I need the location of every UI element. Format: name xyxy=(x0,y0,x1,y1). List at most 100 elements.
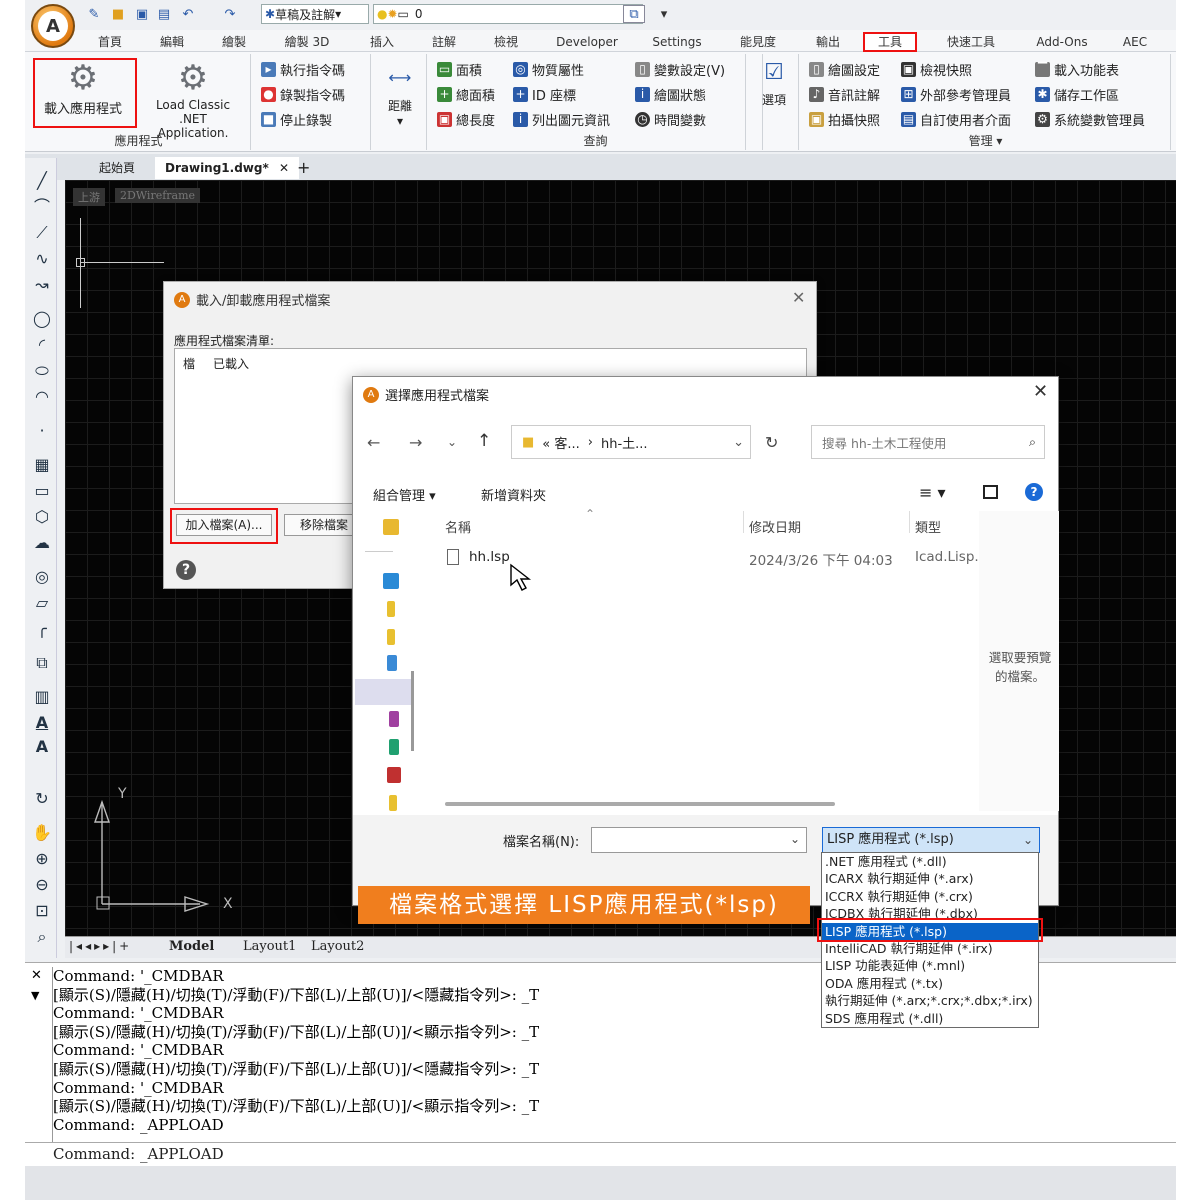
fillet-icon[interactable]: ╭ xyxy=(31,618,53,640)
tab-insert[interactable]: 插入 xyxy=(359,32,405,52)
filetype-option[interactable]: IntelliCAD 執行期延伸 (*.irx) xyxy=(822,940,1038,957)
filetype-option[interactable]: 執行期延伸 (*.arx;*.crx;*.dbx;*.irx) xyxy=(822,992,1038,1009)
filetype-select[interactable]: LISP 應用程式 (*.lsp) ⌄ xyxy=(822,827,1040,853)
tab-drawing1[interactable]: Drawing1.dwg* ✕ xyxy=(155,157,300,179)
region-icon[interactable]: ▱ xyxy=(31,592,53,614)
column-type[interactable]: 類型 xyxy=(915,517,941,536)
tab-layout2[interactable]: Layout2 xyxy=(311,939,364,954)
tab-view[interactable]: 檢視 xyxy=(483,32,529,52)
stop-record-button[interactable]: ■ 停止錄製 xyxy=(261,110,332,129)
folder-icon[interactable] xyxy=(387,601,395,617)
organize-button[interactable]: 組合管理 ▾ xyxy=(373,485,436,504)
new-folder-button[interactable]: 新增資料夾 xyxy=(481,485,546,504)
close-icon[interactable]: ✕ xyxy=(1033,381,1048,402)
up-icon[interactable]: ↑ xyxy=(477,431,491,451)
ellipse-arc-icon[interactable]: ◠ xyxy=(31,386,53,408)
tab-add-ons[interactable]: Add-Ons xyxy=(1029,32,1095,52)
tab-model[interactable]: Model xyxy=(169,939,214,954)
save-icon[interactable]: ▣ xyxy=(133,5,151,23)
drawing-settings-button[interactable]: ▯ 繪圖設定 xyxy=(809,60,880,79)
polygon-icon[interactable]: ⬡ xyxy=(31,506,53,528)
app-logo[interactable]: A xyxy=(31,4,75,48)
distance-button[interactable]: ⟷ 距離 ▾ xyxy=(377,68,423,128)
filetype-option[interactable]: ICARX 執行期延伸 (*.arx) xyxy=(822,870,1038,887)
filename-input[interactable]: ⌄ xyxy=(591,827,807,853)
customize-ui-button[interactable]: ▤ 自訂使用者介面 xyxy=(901,110,1011,129)
tab-edit[interactable]: 編輯 xyxy=(149,32,195,52)
sysvar-manager-button[interactable]: ⚙ 系統變數管理員 xyxy=(1035,110,1145,129)
filetype-option[interactable]: .NET 應用程式 (*.dll) xyxy=(822,853,1038,870)
folder-icon[interactable] xyxy=(387,629,395,645)
ray-icon[interactable]: ⟋ xyxy=(31,222,53,244)
app-icon[interactable] xyxy=(389,711,399,727)
filetype-option[interactable]: LISP 功能表延伸 (*.mnl) xyxy=(822,957,1038,974)
circle-icon[interactable]: ◯ xyxy=(31,308,53,330)
total-length-button[interactable]: ▣ 總長度 xyxy=(437,110,495,129)
search-input[interactable]: 搜尋 hh-土木工程使用 ⌕ xyxy=(811,425,1045,459)
record-script-button[interactable]: ● 錄製指令碼 xyxy=(261,85,345,104)
area-button[interactable]: ▭ 面積 xyxy=(437,60,482,79)
options-button[interactable]: ☑ 選項 xyxy=(752,60,796,108)
grid-icon[interactable] xyxy=(387,655,397,671)
tab-developer[interactable]: Developer xyxy=(549,32,625,52)
customize-qat-icon[interactable]: ▾ xyxy=(655,5,673,23)
scrollbar[interactable] xyxy=(411,671,414,751)
regen-icon[interactable]: ↻ xyxy=(31,788,53,810)
desktop-icon[interactable] xyxy=(383,573,399,589)
tab-tools[interactable]: 工具 xyxy=(863,32,917,52)
folder-icon[interactable] xyxy=(389,795,397,811)
view-options-icon[interactable]: ≡ ▾ xyxy=(919,483,946,502)
tab-draw[interactable]: 繪製 xyxy=(211,32,257,52)
id-point-button[interactable]: + ID 座標 xyxy=(513,85,576,104)
forward-icon[interactable]: → xyxy=(409,433,422,452)
tab-layout1[interactable]: Layout1 xyxy=(243,939,296,954)
tab-settings[interactable]: Settings xyxy=(643,32,711,52)
pan-icon[interactable]: ✋ xyxy=(31,822,53,844)
rectangle-icon[interactable]: ▭ xyxy=(31,480,53,502)
load-net-button[interactable]: ⚙ Load Classic .NET Application. xyxy=(141,58,245,140)
app-icon[interactable] xyxy=(389,739,399,755)
point-icon[interactable]: · xyxy=(31,420,53,442)
navigation-pane[interactable] xyxy=(353,511,414,811)
ellipse-icon[interactable]: ⬭ xyxy=(31,360,53,382)
tab-visibility[interactable]: 能見度 xyxy=(727,32,789,52)
undo-icon[interactable]: ↶ xyxy=(179,5,197,23)
tab-start-page[interactable]: 起始頁 xyxy=(89,157,145,179)
layout-nav-buttons[interactable]: |◂◂▸▸|+ xyxy=(69,939,132,953)
zoom-window-icon[interactable]: ⊡ xyxy=(31,900,53,922)
tab-output[interactable]: 輸出 xyxy=(805,32,851,52)
close-icon[interactable]: ✕ xyxy=(792,288,805,307)
address-bar[interactable]: ■ « 客... › hh-土... ⌄ xyxy=(511,425,751,459)
refresh-icon[interactable]: ↻ xyxy=(765,433,778,452)
snapshot-button[interactable]: ▣ 拍攝快照 xyxy=(809,110,880,129)
chevron-down-icon[interactable]: ⌄ xyxy=(447,435,457,449)
back-icon[interactable]: ← xyxy=(367,433,380,452)
run-script-button[interactable]: ▸ 執行指令碼 xyxy=(261,60,345,79)
sd-icon[interactable] xyxy=(387,767,401,783)
horizontal-scrollbar[interactable] xyxy=(445,802,835,806)
selected-nav-item[interactable] xyxy=(355,679,411,705)
tab-draw-3d[interactable]: 繪製 3D xyxy=(275,32,339,52)
viewport-tag[interactable]: 上游 xyxy=(73,188,105,206)
visual-style-tag[interactable]: 2DWireframe xyxy=(115,188,201,203)
drawing-status-button[interactable]: i 繪圖狀態 xyxy=(635,85,706,104)
file-list[interactable]: 名稱 ⌃ 修改日期 類型 hh.lsp 2024/3/26 下午 04:03 I… xyxy=(425,507,979,811)
view-snapshot-button[interactable]: ▣ 檢視快照 xyxy=(901,60,972,79)
preview-pane-icon[interactable] xyxy=(983,485,998,499)
column-date[interactable]: 修改日期 xyxy=(749,517,801,536)
table-icon[interactable]: ▥ xyxy=(31,686,53,708)
zoom-out-icon[interactable]: ⊖ xyxy=(31,874,53,896)
mass-props-button[interactable]: ◎ 物質屬性 xyxy=(513,60,584,79)
spline-icon[interactable]: ∿ xyxy=(31,248,53,270)
save-as-icon[interactable]: ▤ xyxy=(155,5,173,23)
xref-manager-button[interactable]: ⊞ 外部參考管理員 xyxy=(901,85,1011,104)
polyline-icon[interactable]: ⌒ xyxy=(31,196,53,218)
time-button[interactable]: ◷ 時間變數 xyxy=(635,110,706,129)
command-input[interactable]: Command: _APPLOAD xyxy=(25,1142,1176,1166)
text-icon[interactable]: A xyxy=(31,736,53,758)
list-entity-button[interactable]: i 列出圖元資訊 xyxy=(513,110,610,129)
open-folder-icon[interactable]: ■ xyxy=(109,5,127,23)
redo-icon[interactable]: ↷ xyxy=(221,5,239,23)
chevron-down-icon[interactable]: ▼ xyxy=(31,987,39,1006)
zoom-in-icon[interactable]: ⊕ xyxy=(31,848,53,870)
